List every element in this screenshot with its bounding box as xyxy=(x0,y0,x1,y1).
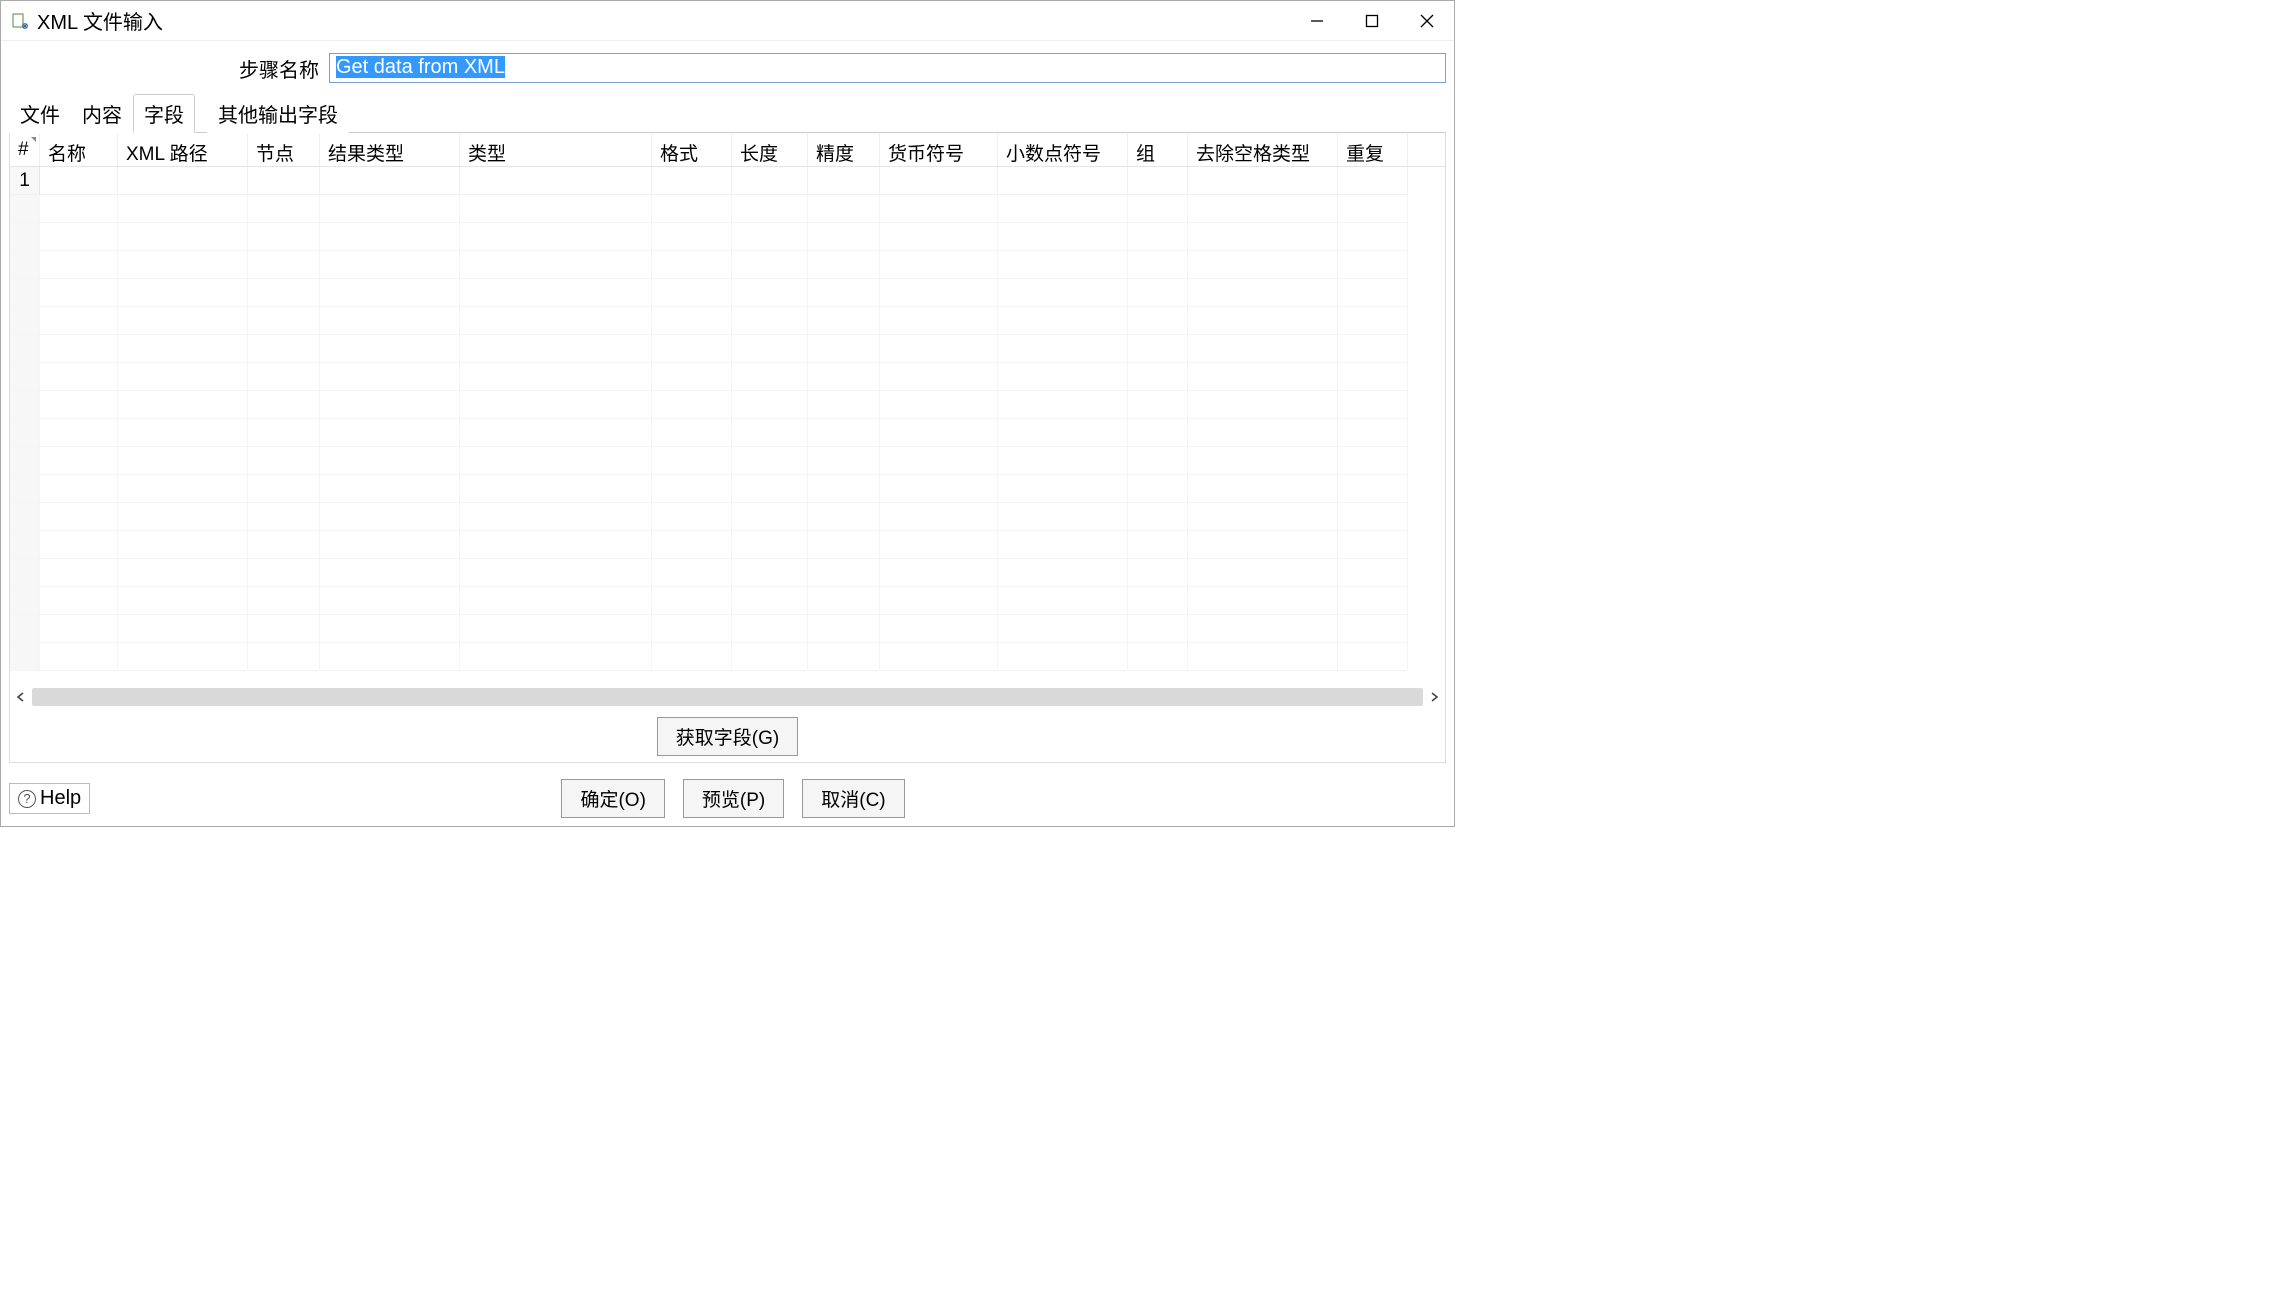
step-name-input[interactable]: Get data from XML xyxy=(329,53,1446,83)
get-fields-button[interactable]: 获取字段(G) xyxy=(657,717,798,756)
table-row-empty[interactable] xyxy=(10,307,1445,335)
scroll-left-icon[interactable] xyxy=(10,687,32,707)
cell-rownum[interactable]: 1 xyxy=(10,167,40,195)
tab-file[interactable]: 文件 xyxy=(9,94,71,133)
step-name-value: Get data from XML xyxy=(336,56,505,78)
help-label: Help xyxy=(40,787,81,810)
table-row-empty[interactable] xyxy=(10,391,1445,419)
col-decimal[interactable]: 小数点符号 xyxy=(998,133,1128,166)
table-row-empty[interactable] xyxy=(10,195,1445,223)
table-row-empty[interactable] xyxy=(10,223,1445,251)
table-row-empty[interactable] xyxy=(10,335,1445,363)
window-title: XML 文件输入 xyxy=(37,6,1289,35)
table-row-empty[interactable] xyxy=(10,279,1445,307)
get-fields-row: 获取字段(G) xyxy=(10,707,1445,762)
cell-xml-path[interactable] xyxy=(118,167,248,195)
tab-content[interactable]: 内容 xyxy=(71,94,133,133)
cell-currency[interactable] xyxy=(880,167,998,195)
table-row[interactable]: 1 xyxy=(10,167,1445,195)
col-format[interactable]: 格式 xyxy=(652,133,732,166)
cell-length[interactable] xyxy=(732,167,808,195)
cell-name[interactable] xyxy=(40,167,118,195)
col-name[interactable]: 名称 xyxy=(40,133,118,166)
tab-fields[interactable]: 字段 xyxy=(133,94,195,133)
col-currency[interactable]: 货币符号 xyxy=(880,133,998,166)
horizontal-scrollbar[interactable] xyxy=(10,687,1445,707)
step-name-row: 步骤名称 Get data from XML xyxy=(9,49,1446,93)
col-repeat[interactable]: 重复 xyxy=(1338,133,1408,166)
col-xml-path[interactable]: XML 路径 xyxy=(118,133,248,166)
tab-other-output[interactable]: 其他输出字段 xyxy=(207,94,349,133)
fields-table-area: # 名称 XML 路径 节点 结果类型 类型 格式 长度 精度 货币符号 小数点… xyxy=(9,133,1446,763)
cancel-button[interactable]: 取消(C) xyxy=(802,779,904,818)
table-row-empty[interactable] xyxy=(10,503,1445,531)
app-icon xyxy=(11,12,29,30)
table-row-empty[interactable] xyxy=(10,559,1445,587)
grid-header: # 名称 XML 路径 节点 结果类型 类型 格式 长度 精度 货币符号 小数点… xyxy=(10,133,1445,167)
preview-button[interactable]: 预览(P) xyxy=(683,779,784,818)
table-row-empty[interactable] xyxy=(10,643,1445,671)
minimize-button[interactable] xyxy=(1289,1,1344,41)
col-result-type[interactable]: 结果类型 xyxy=(320,133,460,166)
fields-grid[interactable]: # 名称 XML 路径 节点 结果类型 类型 格式 长度 精度 货币符号 小数点… xyxy=(10,133,1445,707)
cell-precision[interactable] xyxy=(808,167,880,195)
action-buttons: 确定(O) 预览(P) 取消(C) xyxy=(90,779,1376,818)
table-row-empty[interactable] xyxy=(10,475,1445,503)
table-row-empty[interactable] xyxy=(10,615,1445,643)
grid-body: 1 xyxy=(10,167,1445,687)
tab-bar: 文件 内容 字段 其他输出字段 xyxy=(9,93,1446,133)
scroll-track[interactable] xyxy=(32,688,1423,706)
col-precision[interactable]: 精度 xyxy=(808,133,880,166)
help-icon: ? xyxy=(18,790,36,808)
table-row-empty[interactable] xyxy=(10,251,1445,279)
cell-type[interactable] xyxy=(460,167,652,195)
scroll-right-icon[interactable] xyxy=(1423,687,1445,707)
maximize-button[interactable] xyxy=(1344,1,1399,41)
table-row-empty[interactable] xyxy=(10,587,1445,615)
window-controls xyxy=(1289,1,1454,41)
col-node[interactable]: 节点 xyxy=(248,133,320,166)
titlebar: XML 文件输入 xyxy=(1,1,1454,41)
table-row-empty[interactable] xyxy=(10,363,1445,391)
col-type[interactable]: 类型 xyxy=(460,133,652,166)
dialog-content: 步骤名称 Get data from XML 文件 内容 字段 其他输出字段 #… xyxy=(1,41,1454,771)
table-row-empty[interactable] xyxy=(10,419,1445,447)
table-row-empty[interactable] xyxy=(10,447,1445,475)
dialog-window: XML 文件输入 步骤名称 Get data from XML 文件 内容 字段… xyxy=(0,0,1455,827)
help-button[interactable]: ? Help xyxy=(9,783,90,814)
bottom-bar: ? Help 确定(O) 预览(P) 取消(C) xyxy=(1,771,1454,826)
col-trim-type[interactable]: 去除空格类型 xyxy=(1188,133,1338,166)
cell-node[interactable] xyxy=(248,167,320,195)
cell-repeat[interactable] xyxy=(1338,167,1408,195)
cell-group[interactable] xyxy=(1128,167,1188,195)
col-group[interactable]: 组 xyxy=(1128,133,1188,166)
col-length[interactable]: 长度 xyxy=(732,133,808,166)
cell-result-type[interactable] xyxy=(320,167,460,195)
ok-button[interactable]: 确定(O) xyxy=(561,779,664,818)
table-row-empty[interactable] xyxy=(10,531,1445,559)
cell-format[interactable] xyxy=(652,167,732,195)
close-button[interactable] xyxy=(1399,1,1454,41)
cell-trim-type[interactable] xyxy=(1188,167,1338,195)
step-name-label: 步骤名称 xyxy=(9,54,329,83)
col-num[interactable]: # xyxy=(10,133,40,166)
cell-decimal[interactable] xyxy=(998,167,1128,195)
